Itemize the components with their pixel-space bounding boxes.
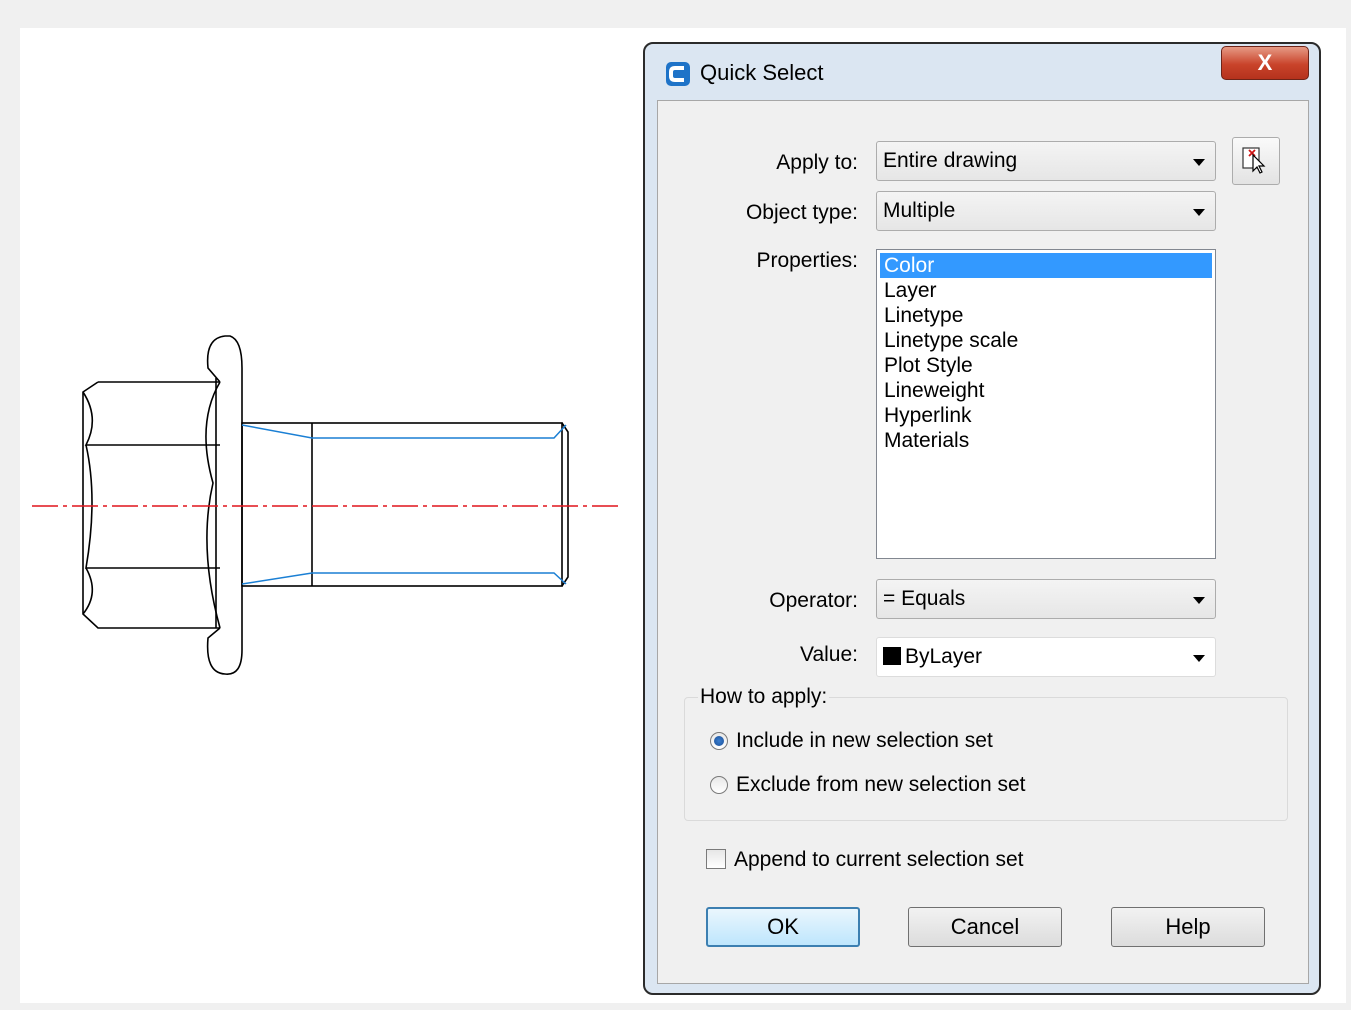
object-type-value: Multiple [883, 199, 956, 222]
color-swatch [883, 647, 901, 665]
apply-to-label: Apply to: [776, 151, 858, 174]
append-checkbox[interactable] [706, 849, 726, 869]
operator-label: Operator: [769, 589, 858, 612]
dialog-title: Quick Select [700, 60, 824, 85]
properties-listbox[interactable]: Color Layer Linetype Linetype scale Plot… [876, 249, 1216, 559]
operator-value: = Equals [883, 587, 966, 610]
list-item-linetype-scale[interactable]: Linetype scale [880, 328, 1212, 353]
dialog-titlebar[interactable]: Quick Select X [645, 44, 1319, 100]
append-option[interactable]: Append to current selection set [706, 848, 1024, 872]
list-item-materials[interactable]: Materials [880, 428, 1212, 453]
select-objects-icon [1242, 147, 1266, 174]
include-option[interactable]: Include in new selection set [710, 729, 993, 753]
exclude-option[interactable]: Exclude from new selection set [710, 773, 1025, 797]
select-objects-button[interactable] [1232, 137, 1280, 185]
list-item-plot-style[interactable]: Plot Style [880, 353, 1212, 378]
quick-select-dialog: Quick Select X Apply to: Entire drawing … [643, 42, 1321, 995]
object-type-select[interactable]: Multiple [876, 191, 1216, 231]
bolt-drawing [32, 335, 618, 675]
exclude-radio[interactable] [710, 776, 728, 794]
apply-to-value: Entire drawing [883, 149, 1018, 172]
list-item-linetype[interactable]: Linetype [880, 303, 1212, 328]
dialog-body: Apply to: Entire drawing Object type: Mu… [657, 100, 1309, 984]
bolt-flange [206, 335, 243, 675]
apply-to-select[interactable]: Entire drawing [876, 141, 1216, 181]
value-label: Value: [800, 643, 858, 666]
ok-button[interactable]: OK [706, 907, 860, 947]
thread-lines [241, 424, 567, 585]
chevron-down-icon [1193, 597, 1205, 604]
value-select[interactable]: ByLayer [876, 637, 1216, 677]
app-logo-icon [666, 62, 690, 86]
help-button[interactable]: Help [1111, 907, 1265, 947]
list-item-color[interactable]: Color [880, 253, 1212, 278]
include-radio[interactable] [710, 732, 728, 750]
bolt-hex-head [82, 381, 220, 629]
list-item-lineweight[interactable]: Lineweight [880, 378, 1212, 403]
chevron-down-icon [1193, 655, 1205, 662]
close-button[interactable]: X [1221, 46, 1309, 80]
bolt-shank [241, 422, 563, 587]
properties-label: Properties: [756, 249, 858, 272]
chevron-down-icon [1193, 209, 1205, 216]
exclude-label: Exclude from new selection set [736, 773, 1026, 796]
how-to-apply-group [684, 697, 1288, 821]
operator-select[interactable]: = Equals [876, 579, 1216, 619]
chevron-down-icon [1193, 159, 1205, 166]
list-item-layer[interactable]: Layer [880, 278, 1212, 303]
how-to-apply-title: How to apply: [698, 685, 830, 709]
include-label: Include in new selection set [736, 729, 993, 752]
append-label: Append to current selection set [734, 848, 1024, 871]
value-text: ByLayer [905, 645, 983, 668]
cancel-button[interactable]: Cancel [908, 907, 1062, 947]
list-item-hyperlink[interactable]: Hyperlink [880, 403, 1212, 428]
object-type-label: Object type: [745, 201, 858, 224]
